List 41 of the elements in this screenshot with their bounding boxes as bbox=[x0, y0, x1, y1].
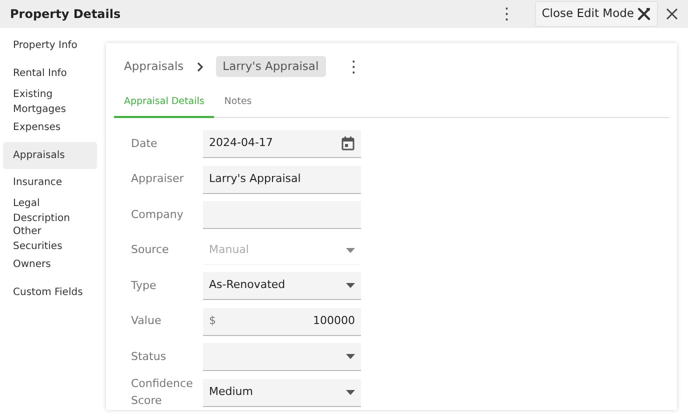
sidebar-item[interactable]: Other Securities bbox=[3, 224, 97, 252]
sidebar-item[interactable]: Existing Mortgages bbox=[3, 86, 97, 114]
sidebar-item[interactable]: Custom Fields bbox=[3, 278, 97, 306]
field-label: Source bbox=[130, 242, 170, 258]
dropdown-field[interactable]: Medium bbox=[203, 378, 361, 406]
sidebar-item[interactable]: Property Info bbox=[3, 32, 97, 60]
field-label: Confidence Score bbox=[130, 376, 194, 408]
more-options-button[interactable]: ⋮ bbox=[494, 6, 519, 22]
field-label: Value bbox=[130, 313, 162, 330]
text-field[interactable] bbox=[203, 201, 361, 229]
dropdown-field[interactable] bbox=[203, 343, 361, 371]
breadcrumb-current: Larry's Appraisal bbox=[216, 56, 326, 78]
field-label: Company bbox=[130, 206, 184, 223]
sidebar-item[interactable]: Rental Info bbox=[3, 59, 97, 87]
date-field[interactable]: 2024-04-17 bbox=[203, 130, 361, 158]
text-field[interactable]: Larry's Appraisal bbox=[203, 166, 361, 194]
tab[interactable]: Notes bbox=[214, 90, 262, 118]
window-title: Property Details bbox=[10, 6, 121, 23]
field-label: Appraiser bbox=[130, 171, 185, 188]
sidebar-item[interactable]: Appraisals bbox=[3, 142, 97, 169]
sidebar-item[interactable]: Expenses bbox=[3, 114, 97, 142]
crossed-tools-icon bbox=[637, 7, 651, 21]
close-icon bbox=[666, 8, 678, 20]
sidebar-item[interactable]: Legal Description bbox=[3, 196, 97, 224]
close-edit-mode-button[interactable]: Close Edit Mode bbox=[534, 1, 658, 27]
dropdown-field[interactable]: As-Renovated bbox=[203, 272, 361, 300]
currency-field[interactable]: $ 100000 bbox=[203, 308, 361, 336]
dropdown-caret-icon bbox=[346, 283, 355, 288]
field-label: Type bbox=[130, 278, 158, 294]
dropdown-caret-icon bbox=[346, 354, 355, 359]
close-button[interactable] bbox=[666, 8, 678, 20]
chevron-right-icon bbox=[196, 62, 204, 72]
sidebar-item[interactable]: Owners bbox=[3, 251, 97, 279]
sidebar-item[interactable]: Insurance bbox=[3, 168, 97, 196]
dropdown-caret-icon bbox=[346, 248, 355, 252]
field-label: Status bbox=[130, 348, 168, 365]
field-label: Date bbox=[130, 136, 158, 152]
calendar-icon bbox=[341, 136, 355, 151]
more-options-button[interactable]: ⋮ bbox=[342, 58, 366, 74]
dropdown-caret-icon bbox=[346, 390, 355, 394]
breadcrumb-link[interactable]: Appraisals bbox=[124, 58, 184, 76]
